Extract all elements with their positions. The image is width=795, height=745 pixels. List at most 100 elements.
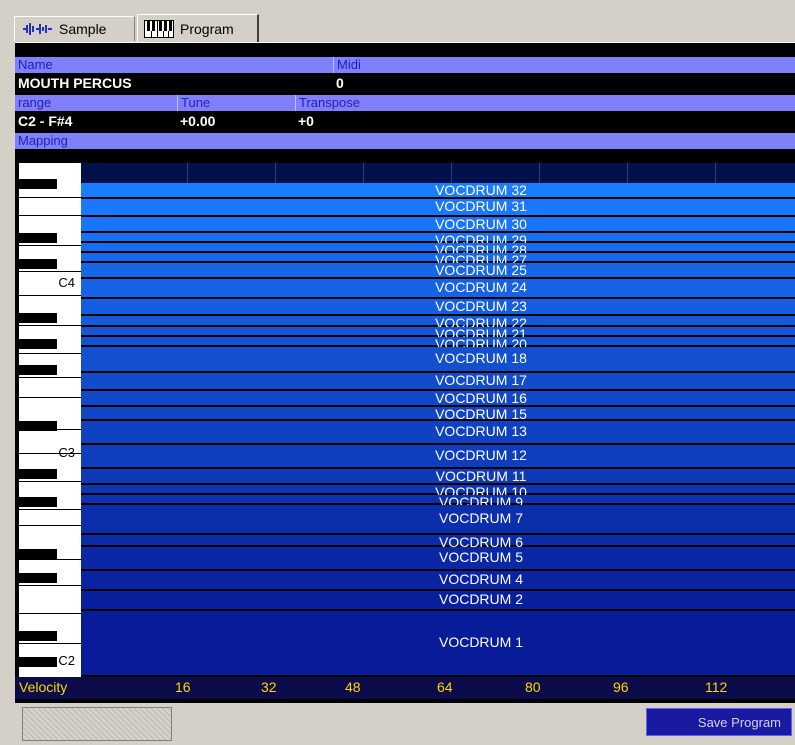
header-row-range: range Tune Transpose — [15, 95, 795, 111]
tune-header: Tune — [177, 95, 295, 111]
mapping-zone[interactable]: VOCDRUM 24 — [81, 279, 795, 299]
velocity-divider — [275, 163, 276, 183]
zone-label: VOCDRUM 16 — [435, 390, 527, 406]
mapping-zone[interactable]: VOCDRUM 32 — [81, 183, 795, 199]
velocity-divider — [715, 163, 716, 183]
zone-label: VOCDRUM 4 — [438, 571, 523, 587]
white-key-divider — [19, 325, 81, 326]
tune-field[interactable]: +0.00 — [177, 111, 295, 131]
mapping-zones: VOCDRUM 32 VOCDRUM 31 VOCDRUM 30 VOCDRUM 29… — [81, 163, 795, 677]
black-key[interactable] — [19, 179, 57, 189]
mapping-zone[interactable]: VOCDRUM 18 — [81, 347, 795, 373]
black-key[interactable] — [19, 497, 57, 507]
zone-label: VOCDRUM 7 — [438, 510, 523, 526]
velocity-divider — [451, 163, 452, 183]
zone-label: VOCDRUM 24 — [435, 279, 527, 295]
zone-label: VOCDRUM 17 — [435, 372, 527, 388]
midi-header: Midi — [333, 57, 795, 73]
tab-label: Sample — [59, 21, 107, 37]
tab-program[interactable]: Program — [137, 14, 259, 42]
mapping-zone[interactable]: VOCDRUM 16 — [81, 391, 795, 407]
mapping-zone[interactable]: VOCDRUM 6 — [81, 535, 795, 549]
black-key[interactable] — [19, 233, 57, 243]
tab-sample[interactable]: Sample — [14, 16, 135, 41]
save-program-button[interactable]: Save Program — [646, 708, 792, 736]
mapping-zone[interactable]: VOCDRUM 4 — [81, 571, 795, 591]
mapping-zone[interactable]: VOCDRUM 20 — [81, 337, 795, 351]
mapping-zone[interactable]: VOCDRUM 23 — [81, 299, 795, 316]
zone-label: VOCDRUM 2 — [438, 591, 523, 607]
waveform-icon — [21, 22, 53, 36]
mapping-zone[interactable]: VOCDRUM 12 — [81, 445, 795, 469]
black-key[interactable] — [19, 313, 57, 323]
velocity-tick: 96 — [613, 679, 629, 695]
black-key[interactable] — [19, 573, 57, 583]
white-key-divider — [19, 295, 81, 296]
white-key-divider — [19, 643, 81, 644]
key-label-c2: C2 — [58, 653, 75, 668]
zone-label: VOCDRUM 13 — [435, 423, 527, 439]
midi-field[interactable]: 0 — [333, 73, 795, 93]
black-key[interactable] — [19, 259, 57, 269]
mapping-zone[interactable]: VOCDRUM 13 — [81, 421, 795, 445]
white-key-divider — [19, 429, 81, 430]
mapping-zone[interactable]: VOCDRUM 17 — [81, 373, 795, 391]
white-key-divider — [19, 197, 81, 198]
mapping-zone[interactable]: VOCDRUM 2 — [81, 591, 795, 611]
mapping-label: Mapping — [18, 133, 68, 148]
mapping-zone[interactable]: VOCDRUM 9 — [81, 495, 795, 509]
piano-icon — [144, 19, 174, 38]
range-field[interactable]: C2 - F#4 — [15, 111, 177, 131]
white-key-divider — [19, 585, 81, 586]
range-header: range — [18, 95, 52, 110]
zone-label: VOCDRUM 12 — [435, 447, 527, 463]
white-key-divider — [19, 525, 81, 526]
zone-label: VOCDRUM 15 — [435, 406, 527, 422]
black-key[interactable] — [19, 631, 57, 641]
velocity-tick: 16 — [175, 679, 191, 695]
program-name-field[interactable]: MOUTH PERCUS — [15, 73, 333, 93]
black-key[interactable] — [19, 549, 57, 559]
program-panel: Name Midi MOUTH PERCUS 0 range Tune Tran… — [15, 42, 795, 703]
white-key-divider — [19, 481, 81, 482]
mapping-zone[interactable]: VOCDRUM 30 — [81, 217, 795, 233]
mapping-zone[interactable]: VOCDRUM 7 — [81, 505, 795, 535]
mapping-top-bar — [81, 163, 795, 183]
mapping-zone[interactable]: VOCDRUM 25 — [81, 263, 795, 279]
zone-label: VOCDRUM 31 — [435, 198, 527, 214]
white-key-divider — [19, 215, 81, 216]
white-key-divider — [19, 245, 81, 246]
velocity-bar: Velocity 16 32 48 64 80 96 112 — [15, 677, 795, 699]
white-key-divider — [19, 353, 81, 354]
zone-label: VOCDRUM 23 — [435, 298, 527, 314]
mapping-zone[interactable]: VOCDRUM 5 — [81, 547, 795, 571]
mapping-zone[interactable]: VOCDRUM 31 — [81, 199, 795, 217]
black-key[interactable] — [19, 339, 57, 349]
black-key[interactable] — [19, 469, 57, 479]
zone-label: VOCDRUM 1 — [438, 634, 523, 650]
value-row-name: MOUTH PERCUS 0 — [15, 73, 795, 93]
transpose-field[interactable]: +0 — [295, 111, 795, 131]
velocity-divider — [539, 163, 540, 183]
zone-label: VOCDRUM 25 — [435, 262, 527, 278]
white-key-divider — [19, 453, 81, 454]
mapping-zone[interactable]: VOCDRUM 15 — [81, 407, 795, 421]
velocity-divider — [187, 163, 188, 183]
piano-keyboard[interactable]: C4 C3 C2 — [19, 163, 81, 677]
zone-label: VOCDRUM 18 — [435, 350, 527, 366]
black-key[interactable] — [19, 657, 57, 667]
tab-label: Program — [180, 20, 234, 37]
velocity-label: Velocity — [19, 679, 68, 695]
velocity-divider — [627, 163, 628, 183]
mapping-header: Mapping — [15, 133, 795, 149]
zone-label: VOCDRUM 5 — [438, 549, 523, 565]
mapping-zone[interactable]: VOCDRUM 11 — [81, 469, 795, 485]
white-key-divider — [19, 509, 81, 510]
mapping-zone[interactable]: VOCDRUM 1 — [81, 611, 795, 677]
header-row-name: Name Midi — [15, 57, 795, 73]
black-key[interactable] — [19, 365, 57, 375]
mapping-zone[interactable]: VOCDRUM 10 — [81, 485, 795, 499]
zone-label: VOCDRUM 11 — [435, 468, 527, 484]
white-key-divider — [19, 613, 81, 614]
white-key-divider — [19, 271, 81, 272]
